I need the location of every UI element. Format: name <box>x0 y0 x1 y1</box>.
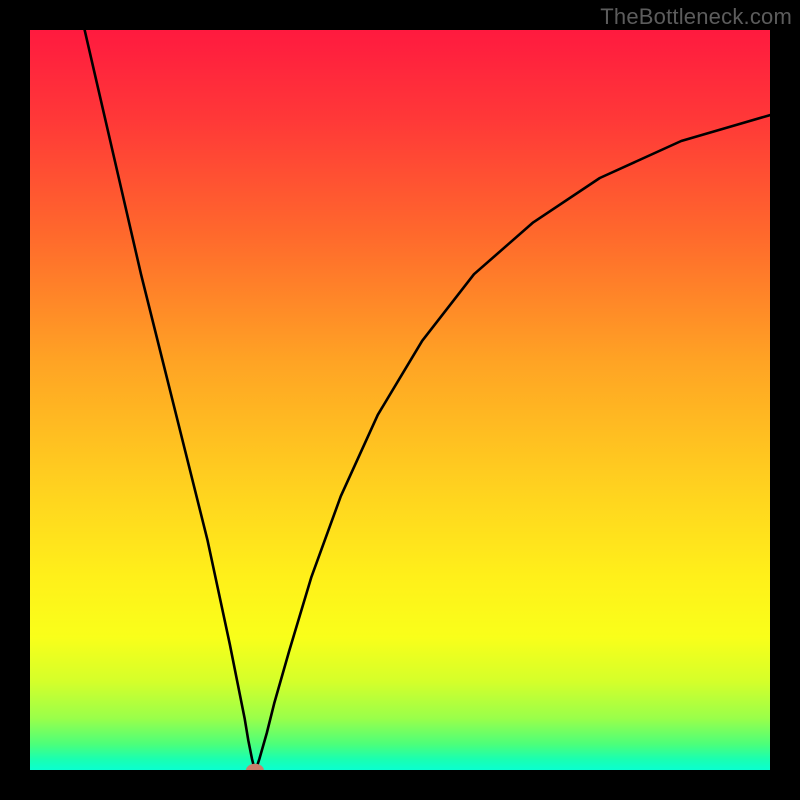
watermark-text: TheBottleneck.com <box>600 4 792 30</box>
plot-area <box>30 30 770 770</box>
minimum-marker <box>246 764 264 770</box>
chart-frame: TheBottleneck.com <box>0 0 800 800</box>
curve-layer <box>30 30 770 770</box>
bottleneck-curve <box>30 30 770 768</box>
